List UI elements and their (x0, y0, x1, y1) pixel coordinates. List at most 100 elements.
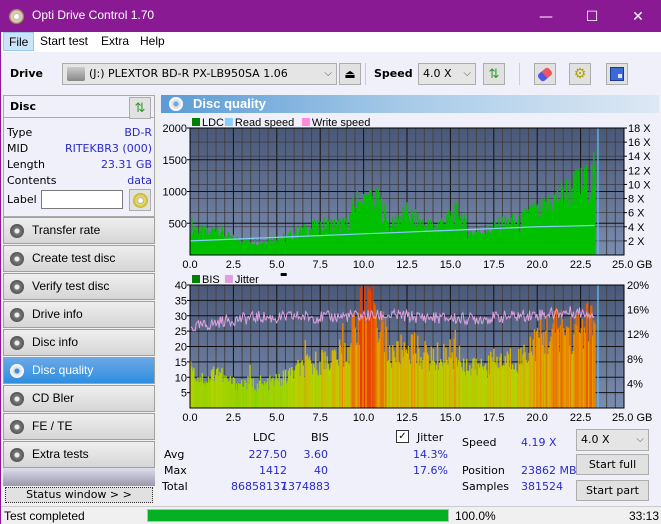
disc-quality-icon (169, 97, 183, 111)
menu-start-test[interactable]: Start test (35, 32, 93, 51)
nav-drive-info[interactable]: Drive info (3, 301, 155, 328)
disc-refresh-button[interactable]: ⇅ (129, 97, 151, 119)
nav-extra-tests[interactable]: Extra tests (3, 441, 155, 468)
legend-swatch (301, 118, 310, 126)
avg-jitter: 14.3% (413, 448, 448, 461)
test-speed-select[interactable]: 4.0 X ⌵ (576, 429, 649, 451)
panel-header: Disc quality (161, 95, 659, 113)
legend-swatch (192, 275, 200, 283)
cd-icon (132, 192, 148, 208)
disc-mid-value: RITEKBR3 (000) (64, 142, 152, 155)
minimize-button[interactable]: — (523, 1, 569, 32)
refresh-button[interactable]: ⇅ (483, 63, 505, 85)
x-tick-label: 12.5 (396, 412, 417, 424)
x-tick-label: 12.5 (396, 259, 417, 269)
y-left-tick-label: 500 (169, 218, 187, 230)
menu-help[interactable]: Help (135, 32, 170, 51)
legend-label: BIS (202, 274, 220, 286)
elapsed-time: 33:13 (629, 509, 660, 523)
x-tick-label: 20.0 (526, 259, 547, 269)
disc-icon (10, 448, 24, 462)
disc-icon (10, 224, 24, 238)
start-full-button[interactable]: Start full (576, 454, 649, 475)
nav-filler (3, 468, 155, 486)
nav-label: CD Bler (32, 391, 75, 405)
y-right-tick-label: 4 X (628, 222, 645, 234)
nav-transfer-rate[interactable]: Transfer rate (3, 217, 155, 244)
x-tick-label: 10.0 (353, 412, 374, 424)
x-tick-label: 2.5 (226, 412, 241, 424)
x-tick-label: 25.0 GB (612, 412, 652, 424)
refresh-arrows-icon: ⇅ (134, 100, 146, 116)
disc-icon (10, 252, 24, 266)
eject-icon: ⏏ (344, 67, 356, 81)
nav-disc-info[interactable]: Disc info (3, 329, 155, 356)
legend-label: Read speed (235, 117, 294, 129)
settings-button[interactable]: ⚙ (569, 63, 591, 85)
eraser-icon (536, 66, 554, 82)
x-tick-label: 17.5 (483, 412, 504, 424)
nav-label: FE / TE (32, 419, 73, 433)
y-left-tick-label: 35 (175, 295, 187, 307)
row-total-label: Total (162, 480, 188, 493)
y-right-tick-label: 18 X (628, 123, 651, 135)
legend-swatch (224, 118, 233, 126)
bis-bar (594, 323, 596, 408)
ldc-chart: 500 1000 1500 2000 2 X 4 X 6 X 8 X 10 X 12 X 14 X 1… (163, 117, 653, 269)
gears-icon: ⚙ (573, 66, 587, 82)
drive-select-value: (J:) PLEXTOR BD-R PX-LB950SA 1.06 (89, 67, 288, 80)
maximize-button[interactable]: ☐ (569, 1, 615, 32)
nav-create-test-disc[interactable]: Create test disc (3, 245, 155, 272)
x-tick-label: 7.5 (313, 412, 328, 424)
x-tick-label: 7.5 (313, 259, 328, 269)
x-tick-label: 0.0 (182, 259, 197, 269)
eject-button[interactable]: ⏏ (339, 63, 361, 85)
x-tick-label: 5.0 (269, 259, 284, 269)
disc-label-input[interactable] (41, 190, 123, 209)
nav-label: Disc quality (32, 363, 94, 377)
drive-select[interactable]: (J:) PLEXTOR BD-R PX-LB950SA 1.06 ⌵ (62, 63, 337, 85)
y-right-tick-label: 12% (627, 329, 649, 341)
y-left-tick-label: 1500 (163, 155, 187, 167)
start-part-button[interactable]: Start part (576, 480, 649, 501)
legend-label: Jitter (235, 274, 259, 286)
x-tick-label: 17.5 (483, 259, 504, 269)
disc-type-value: BD-R (124, 126, 152, 139)
jitter-label: Jitter (417, 431, 444, 444)
y-right-tick-label: 20% (627, 280, 649, 292)
nav-verify-test-disc[interactable]: Verify test disc (3, 273, 155, 300)
y-right-tick-label: 12 X (628, 165, 651, 177)
save-button[interactable] (606, 63, 628, 85)
avg-ldc: 227.50 (248, 448, 288, 461)
x-tick-label: 20.0 (526, 412, 547, 424)
max-ldc: 1412 (259, 464, 287, 477)
y-left-tick-label: 5 (181, 388, 187, 400)
title-bar: Opti Drive Control 1.70 — ☐ ✕ (1, 1, 661, 32)
disc-label-button[interactable] (129, 189, 151, 211)
menu-extra[interactable]: Extra (96, 32, 134, 51)
menu-file[interactable]: File (3, 32, 35, 51)
speed-select[interactable]: 4.0 X ⌵ (418, 63, 476, 85)
nav-fe-te[interactable]: FE / TE (3, 413, 155, 440)
close-button[interactable]: ✕ (615, 1, 661, 32)
y-right-tick-label: 14 X (628, 151, 651, 163)
progress-label: 100.0% (455, 509, 496, 523)
nav-cd-bler[interactable]: CD Bler (3, 385, 155, 412)
erase-button[interactable] (534, 63, 556, 85)
jitter-checkbox[interactable]: ✓ (396, 430, 409, 443)
status-window-button[interactable]: Status window > > (5, 487, 153, 503)
test-speed-value: 4.0 X (581, 433, 610, 446)
nav-disc-quality[interactable]: Disc quality (3, 357, 155, 384)
legend-label: LDC (202, 117, 224, 129)
app-disc-icon (9, 9, 24, 24)
chevron-down-icon: ⌵ (324, 68, 332, 79)
x-tick-label: 2.5 (226, 259, 241, 269)
disc-icon (10, 420, 24, 434)
row-max-label: Max (164, 464, 187, 477)
disc-length-value: 23.31 GB (100, 158, 152, 171)
disc-icon (10, 308, 24, 322)
y-right-tick-label: 16% (627, 305, 649, 317)
avg-bis: 3.60 (303, 448, 329, 461)
nav-label: Disc info (32, 335, 79, 349)
refresh-arrows-icon: ⇅ (488, 66, 500, 82)
